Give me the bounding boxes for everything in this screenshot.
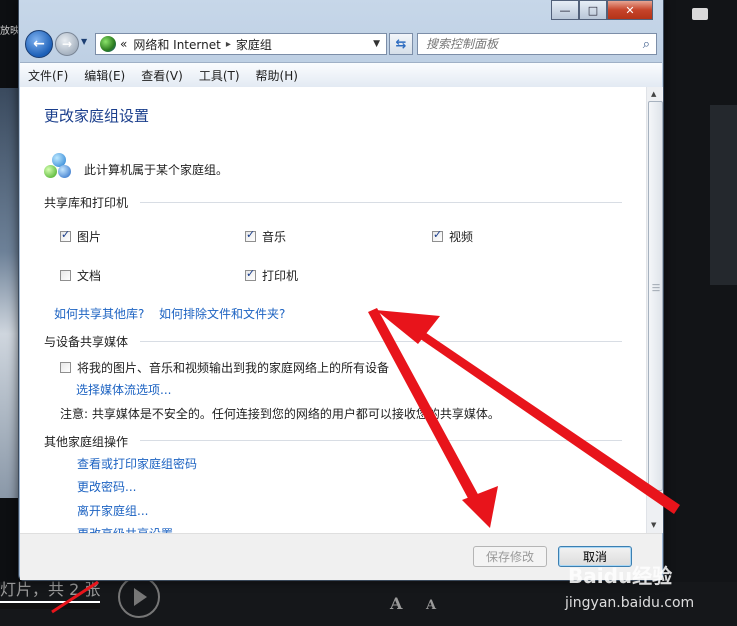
checkbox-label: 图片 xyxy=(77,230,102,244)
navigation-bar: ← → ▼ « 网络和 Internet ▸ 家庭组 ▼ ⇆ ⌕ xyxy=(25,30,657,58)
scroll-up-icon[interactable]: ▲ xyxy=(651,90,656,98)
maximize-button[interactable]: □ xyxy=(579,0,607,20)
user-icon xyxy=(692,8,708,20)
search-icon[interactable]: ⌕ xyxy=(643,37,650,52)
background-right-panel xyxy=(662,0,737,626)
search-box[interactable]: ⌕ xyxy=(417,33,657,55)
checkbox-printers[interactable]: 打印机 xyxy=(245,267,298,284)
breadcrumb-separator-icon[interactable]: ▸ xyxy=(226,39,231,50)
save-changes-button[interactable]: 保存修改 xyxy=(473,546,547,567)
background-panel xyxy=(710,105,737,285)
background-left-label: 放映 xyxy=(0,26,20,37)
media-divider xyxy=(140,341,622,342)
libraries-heading: 共享库和打印机 xyxy=(44,196,129,210)
checkbox-box[interactable] xyxy=(60,228,71,242)
refresh-button[interactable]: ⇆ xyxy=(389,33,413,55)
checkbox-label: 打印机 xyxy=(262,269,299,283)
player-progress[interactable] xyxy=(0,601,100,609)
checkbox-music[interactable]: 音乐 xyxy=(245,228,286,245)
checkbox-box[interactable] xyxy=(432,228,443,242)
button-bar: 保存修改 取消 xyxy=(20,533,662,580)
link-exclude-files[interactable]: 如何排除文件和文件夹? xyxy=(159,305,285,322)
address-bar[interactable]: « 网络和 Internet ▸ 家庭组 ▼ xyxy=(95,33,387,55)
breadcrumb-network-internet[interactable]: 网络和 Internet xyxy=(133,36,220,53)
checkbox-box[interactable] xyxy=(245,267,256,281)
checkbox-pictures[interactable]: 图片 xyxy=(60,228,101,245)
breadcrumb-homegroup[interactable]: 家庭组 xyxy=(236,36,272,53)
menu-tools[interactable]: 工具(T) xyxy=(191,67,248,84)
link-view-print-password[interactable]: 查看或打印家庭组密码 xyxy=(77,455,197,472)
font-increase-icon[interactable]: A xyxy=(390,594,402,613)
scrollbar-thumb[interactable] xyxy=(648,101,663,491)
vertical-scrollbar[interactable]: ▲ — — — ▼ xyxy=(646,87,663,533)
menu-help[interactable]: 帮助(H) xyxy=(248,67,306,84)
scroll-down-icon[interactable]: ▼ xyxy=(651,521,656,529)
network-icon xyxy=(100,36,116,52)
menu-file[interactable]: 文件(F) xyxy=(20,67,76,84)
forward-button[interactable]: → xyxy=(55,32,79,56)
checkbox-label: 将我的图片、音乐和视频输出到我的家庭网络上的所有设备 xyxy=(77,361,390,375)
other-actions-heading: 其他家庭组操作 xyxy=(44,435,129,449)
checkbox-videos[interactable]: 视频 xyxy=(432,228,473,245)
back-button[interactable]: ← xyxy=(25,30,53,58)
libraries-divider xyxy=(140,202,622,203)
scroll-grip-icon: — — — xyxy=(652,280,660,295)
link-leave-homegroup[interactable]: 离开家庭组... xyxy=(77,502,148,519)
page-title: 更改家庭组设置 xyxy=(44,107,150,125)
menu-bar: 文件(F) 编辑(E) 查看(V) 工具(T) 帮助(H) xyxy=(20,62,662,88)
checkbox-label: 视频 xyxy=(449,230,474,244)
link-change-password[interactable]: 更改密码... xyxy=(77,478,136,495)
address-prefix[interactable]: « xyxy=(120,37,127,51)
checkbox-documents[interactable]: 文档 xyxy=(60,267,101,284)
search-input[interactable] xyxy=(424,36,628,52)
close-button[interactable]: ✕ xyxy=(607,0,653,20)
checkbox-label: 文档 xyxy=(77,269,102,283)
menu-edit[interactable]: 编辑(E) xyxy=(76,67,133,84)
menu-view[interactable]: 查看(V) xyxy=(133,67,191,84)
play-icon[interactable] xyxy=(118,576,160,618)
checkbox-stream-media[interactable]: 将我的图片、音乐和视频输出到我的家庭网络上的所有设备 xyxy=(60,359,389,376)
checkbox-box[interactable] xyxy=(245,228,256,242)
baidu-watermark: Baidu经验 xyxy=(568,564,673,588)
caption-buttons: — □ ✕ xyxy=(551,0,653,20)
homegroup-icon xyxy=(44,153,74,181)
font-decrease-icon[interactable]: A xyxy=(426,598,436,613)
minimize-button[interactable]: — xyxy=(551,0,579,20)
address-dropdown-icon[interactable]: ▼ xyxy=(373,39,380,49)
recent-pages-dropdown[interactable]: ▼ xyxy=(81,37,87,46)
link-media-stream-options[interactable]: 选择媒体流选项... xyxy=(76,381,171,398)
content-pane: 更改家庭组设置 此计算机属于某个家庭组。 共享库和打印机 图片 音乐 视频 文档… xyxy=(20,87,646,533)
watermark-url: jingyan.baidu.com xyxy=(565,595,695,611)
link-advanced-sharing[interactable]: 更改高级共享设置... xyxy=(77,525,184,533)
checkbox-box[interactable] xyxy=(60,270,71,281)
control-panel-window: — □ ✕ ← → ▼ « 网络和 Internet ▸ 家庭组 ▼ ⇆ ⌕ 文… xyxy=(18,0,664,581)
homegroup-status: 此计算机属于某个家庭组。 xyxy=(84,163,229,177)
link-share-other-libraries[interactable]: 如何共享其他库? xyxy=(54,305,144,322)
checkbox-label: 音乐 xyxy=(262,230,287,244)
checkbox-box[interactable] xyxy=(60,362,71,373)
other-actions-divider xyxy=(140,440,622,441)
security-note: 注意: 共享媒体是不安全的。任何连接到您的网络的用户都可以接收您的共享媒体。 xyxy=(60,407,500,421)
media-heading: 与设备共享媒体 xyxy=(44,335,129,349)
